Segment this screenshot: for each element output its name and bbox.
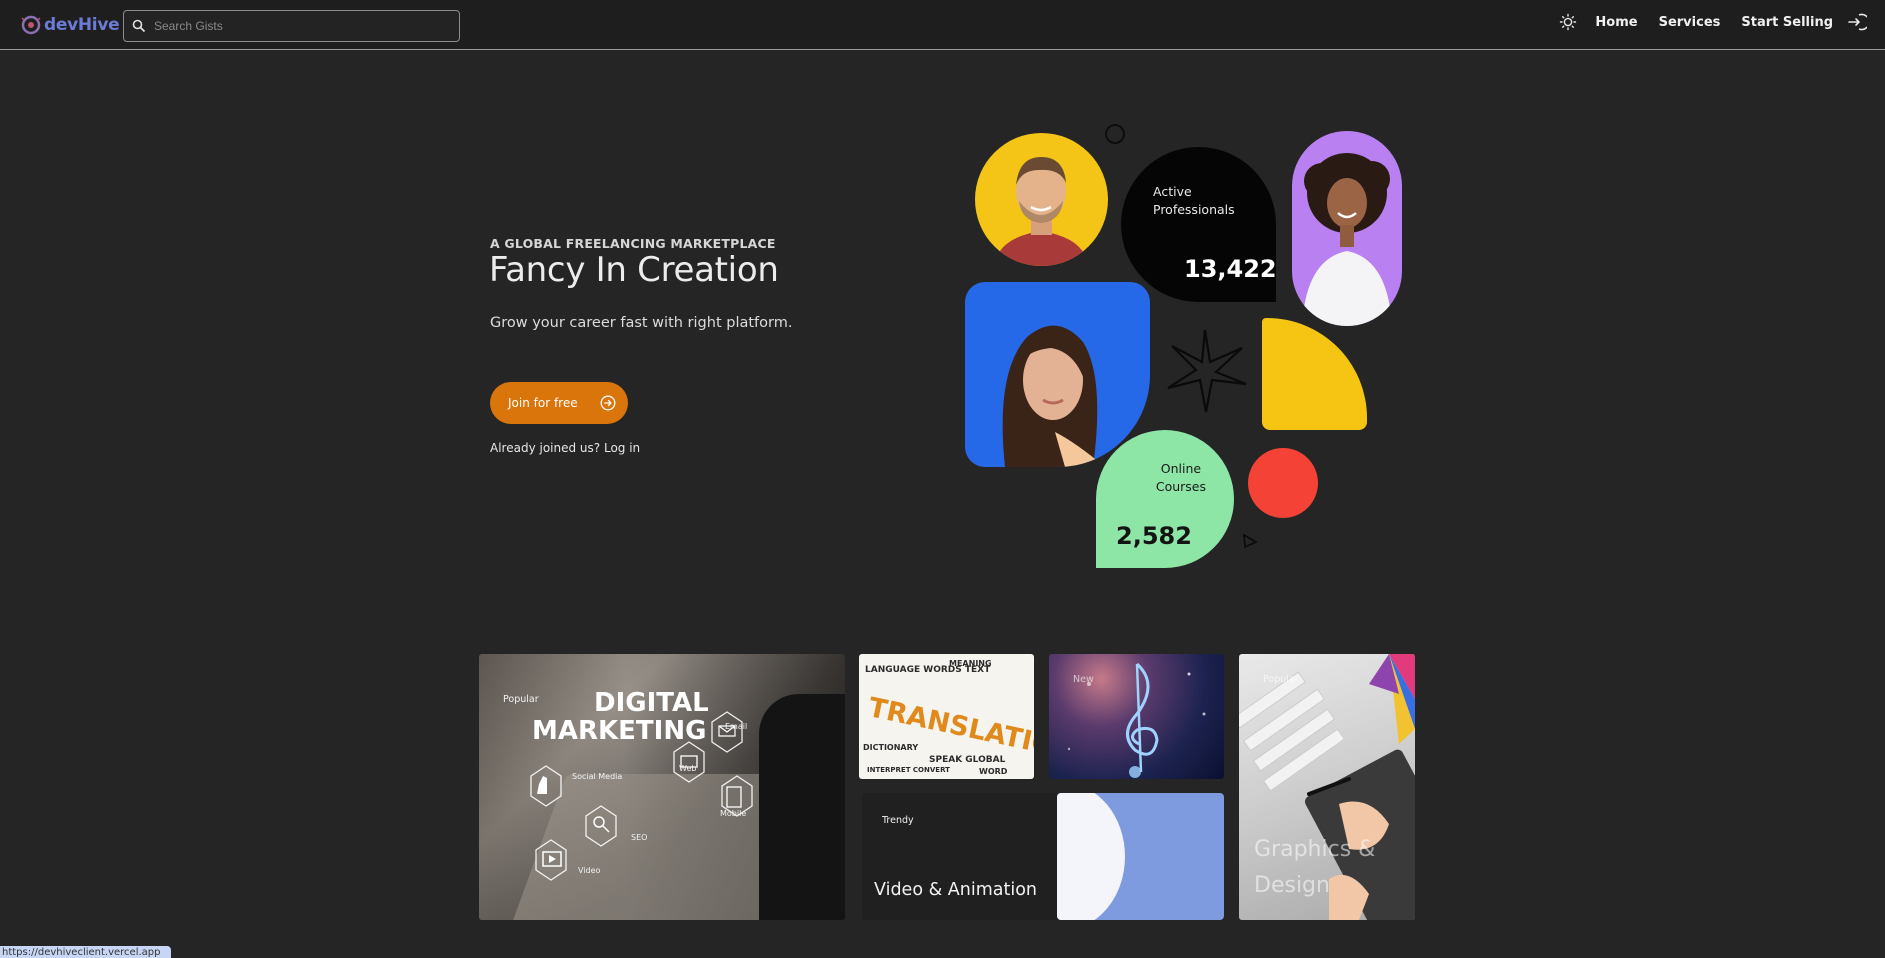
nav-link-start-selling[interactable]: Start Selling — [1741, 15, 1833, 30]
stat-courses-value: 2,582 — [1116, 522, 1192, 550]
logo-text: devHive — [44, 15, 120, 35]
svg-text:INTERPRET CONVERT: INTERPRET CONVERT — [867, 766, 950, 774]
hero-eyebrow: A GLOBAL FREELANCING MARKETPLACE — [490, 236, 776, 251]
status-bar-url: https://devhiveclient.vercel.app — [0, 946, 171, 958]
stat-active-professionals: Active Professionals 13,422 — [1121, 147, 1277, 302]
triangle-outline-icon — [1243, 533, 1258, 549]
stat-active-label: Active Professionals — [1153, 184, 1235, 217]
video-animation-graphic — [1057, 793, 1224, 920]
login-prompt: Already joined us? Log in — [490, 441, 640, 455]
devhive-logo-icon — [21, 15, 41, 35]
hero-subtitle: Grow your career fast with right platfor… — [490, 315, 793, 331]
decorative-yellow-shape — [1262, 318, 1367, 430]
arrow-circle-right-icon — [600, 395, 616, 411]
join-for-free-button[interactable]: Join for free — [490, 382, 628, 424]
svg-text:DICTIONARY: DICTIONARY — [863, 743, 918, 752]
professional-photo-woman-curly — [1292, 131, 1402, 326]
nav-right: Home Services Start Selling — [1559, 12, 1867, 32]
card-title: Video & Animation — [874, 880, 1038, 900]
woman-curly-portrait-icon — [1302, 153, 1392, 326]
category-card-video-animation[interactable]: Trendy Video & Animation — [862, 793, 1224, 920]
hex-label-social-media: Social Media — [572, 772, 623, 781]
man-portrait-icon — [995, 157, 1088, 266]
search-input[interactable] — [154, 19, 459, 33]
card-title: Graphics & Design — [1254, 837, 1376, 898]
hex-label-video: Video — [578, 866, 601, 875]
card-tag: Trendy — [882, 815, 914, 826]
login-link[interactable]: Log in — [604, 441, 640, 455]
decorative-ring — [1105, 124, 1125, 144]
translation-word-cloud: LANGUAGE WORDS TEXT MEANING DICTIONARY S… — [863, 659, 1034, 776]
login-prefix: Already joined us? — [490, 441, 601, 455]
woman-portrait-icon — [1002, 325, 1105, 467]
svg-text:MEANING: MEANING — [949, 659, 992, 668]
nav-link-services[interactable]: Services — [1659, 15, 1721, 30]
hex-label-web: Web — [679, 764, 697, 773]
category-card-translation[interactable]: LANGUAGE WORDS TEXT MEANING DICTIONARY S… — [859, 654, 1034, 779]
professional-photo-woman — [965, 282, 1150, 467]
hexagon-icons — [530, 711, 753, 881]
navbar: devHive Home Services Start Selling — [0, 0, 1885, 50]
category-card-graphics-design[interactable]: Popular Graphics & Design — [1239, 654, 1415, 920]
sun-icon[interactable] — [1559, 13, 1577, 31]
stat-active-value: 13,422 — [1184, 255, 1277, 283]
hex-label-mobile: Mobile — [720, 809, 747, 818]
stat-online-courses: Online Courses 2,582 — [1096, 430, 1234, 568]
card-tag: New — [1073, 674, 1094, 685]
nav-link-home[interactable]: Home — [1595, 15, 1637, 30]
category-card-digital-marketing[interactable]: Popular DIGITAL MARKETING Email Web Soci… — [479, 654, 845, 920]
logo[interactable]: devHive — [20, 14, 120, 36]
svg-text:SPEAK GLOBAL: SPEAK GLOBAL — [929, 755, 1006, 765]
hex-label-email: Email — [725, 722, 748, 731]
decorative-red-circle — [1248, 448, 1318, 518]
search-box[interactable] — [123, 10, 460, 42]
svg-text:WORD: WORD — [979, 767, 1008, 776]
hero-title: Fancy In Creation — [489, 250, 779, 290]
hex-label-seo: SEO — [631, 833, 648, 842]
treble-clef-icon — [1067, 662, 1206, 778]
card-tag: Popular — [1263, 674, 1299, 685]
category-card-music[interactable]: New — [1049, 654, 1224, 779]
login-icon[interactable] — [1847, 12, 1867, 32]
search-icon — [132, 19, 146, 33]
join-button-label: Join for free — [508, 396, 578, 410]
professional-photo-man — [975, 133, 1108, 266]
star-outline-icon — [1167, 329, 1247, 413]
stat-courses-label: Online Courses — [1155, 461, 1206, 494]
